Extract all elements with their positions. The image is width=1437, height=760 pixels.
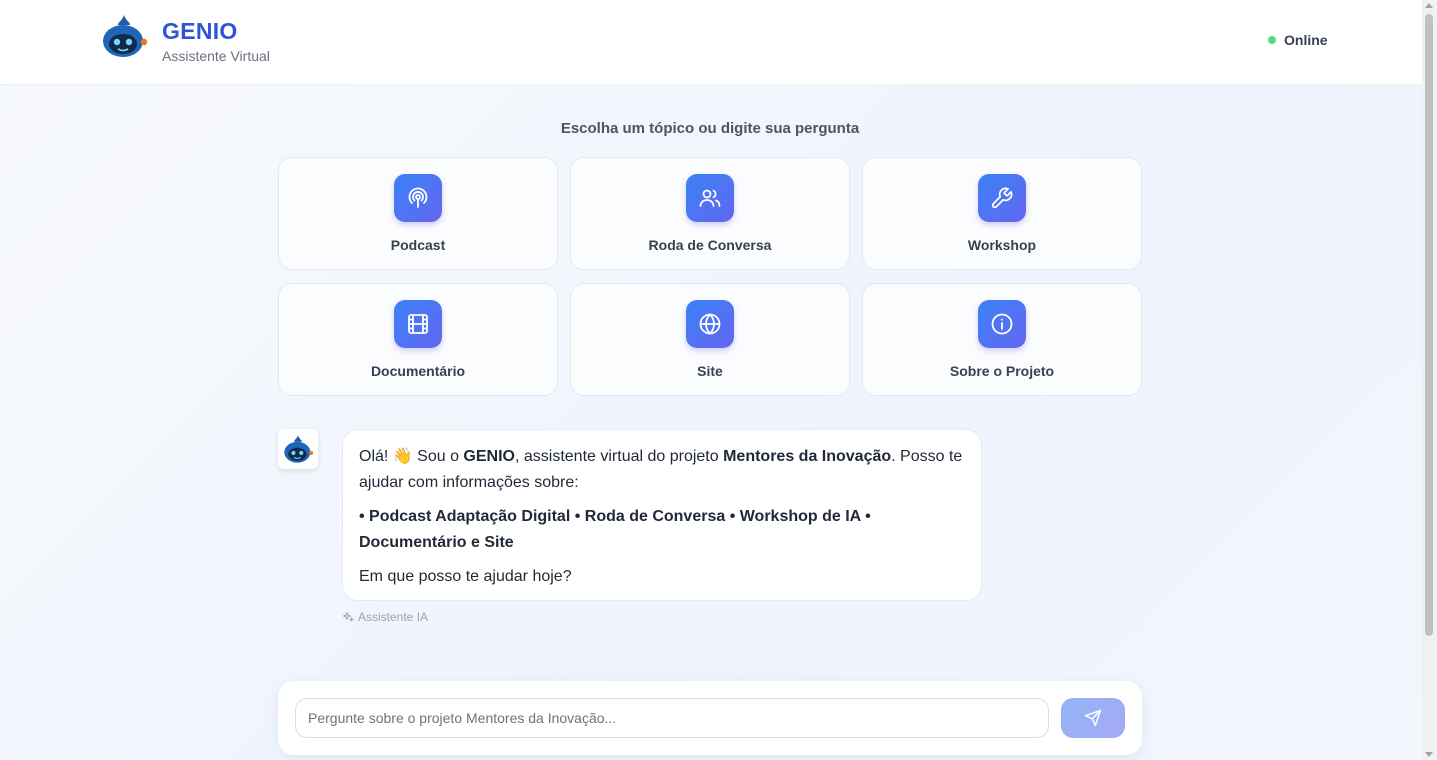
message-meta: Assistente IA bbox=[342, 610, 428, 624]
message-text: , assistente virtual do projeto bbox=[514, 448, 724, 465]
users-icon bbox=[686, 174, 734, 222]
globe-icon bbox=[686, 300, 734, 348]
send-icon bbox=[1084, 709, 1102, 727]
topic-grid: Podcast Roda de Conversa Workshop Docume… bbox=[278, 157, 1142, 396]
topic-card-label: Documentário bbox=[370, 363, 466, 379]
scrollbar-thumb[interactable] bbox=[1425, 14, 1433, 636]
status-indicator: Online bbox=[1268, 32, 1328, 48]
topic-card-label: Podcast bbox=[390, 237, 446, 253]
robot-mascot-icon bbox=[284, 435, 314, 463]
message-text: Olá! bbox=[359, 448, 393, 465]
message-meta-label: Assistente IA bbox=[358, 610, 429, 624]
wave-emoji: 👋 bbox=[392, 448, 413, 465]
message-topics-list: • Podcast Adaptação Digital • Roda de Co… bbox=[359, 504, 965, 556]
message-text: Sou o bbox=[412, 448, 464, 465]
bot-avatar bbox=[278, 429, 318, 469]
app-title: GENIO bbox=[162, 18, 238, 44]
topics-list-text: • Podcast Adaptação Digital • Roda de Co… bbox=[359, 508, 871, 551]
topic-card-site[interactable]: Site bbox=[570, 283, 850, 396]
topic-card-roda-de-conversa[interactable]: Roda de Conversa bbox=[570, 157, 850, 270]
info-icon bbox=[978, 300, 1026, 348]
page-scrollbar[interactable] bbox=[1422, 0, 1437, 760]
message-intro: Olá! 👋 Sou o GENIO, assistente virtual d… bbox=[359, 444, 965, 496]
topic-card-sobre-o-projeto[interactable]: Sobre o Projeto bbox=[862, 283, 1142, 396]
chat-input[interactable] bbox=[295, 698, 1049, 738]
project-name: Mentores da Inovação bbox=[723, 448, 892, 465]
wrench-icon bbox=[978, 174, 1026, 222]
bot-message-bubble: Olá! 👋 Sou o GENIO, assistente virtual d… bbox=[342, 429, 982, 601]
app-header: GENIO Assistente Virtual Online bbox=[0, 0, 1422, 85]
status-dot bbox=[1268, 36, 1276, 44]
app-subtitle: Assistente Virtual bbox=[162, 48, 270, 64]
topic-card-workshop[interactable]: Workshop bbox=[862, 157, 1142, 270]
status-label: Online bbox=[1284, 32, 1328, 48]
topic-card-label: Sobre o Projeto bbox=[949, 363, 1055, 379]
topic-card-documentario[interactable]: Documentário bbox=[278, 283, 558, 396]
topic-card-label: Site bbox=[697, 363, 723, 379]
topics-heading: Escolha um tópico ou digite sua pergunta bbox=[560, 120, 860, 137]
message-closing: Em que posso te ajudar hoje? bbox=[359, 568, 572, 585]
scroll-down-arrow-icon[interactable] bbox=[1425, 752, 1433, 757]
send-button[interactable] bbox=[1061, 698, 1125, 738]
robot-mascot-icon bbox=[103, 15, 148, 57]
sparkles-icon bbox=[343, 612, 354, 622]
message-composer bbox=[278, 681, 1142, 755]
scroll-up-arrow-icon[interactable] bbox=[1425, 3, 1433, 8]
topic-card-label: Workshop bbox=[967, 237, 1037, 253]
topic-card-label: Roda de Conversa bbox=[648, 237, 772, 253]
film-icon bbox=[394, 300, 442, 348]
podcast-icon bbox=[394, 174, 442, 222]
topic-card-podcast[interactable]: Podcast bbox=[278, 157, 558, 270]
bot-name: GENIO bbox=[463, 448, 515, 465]
